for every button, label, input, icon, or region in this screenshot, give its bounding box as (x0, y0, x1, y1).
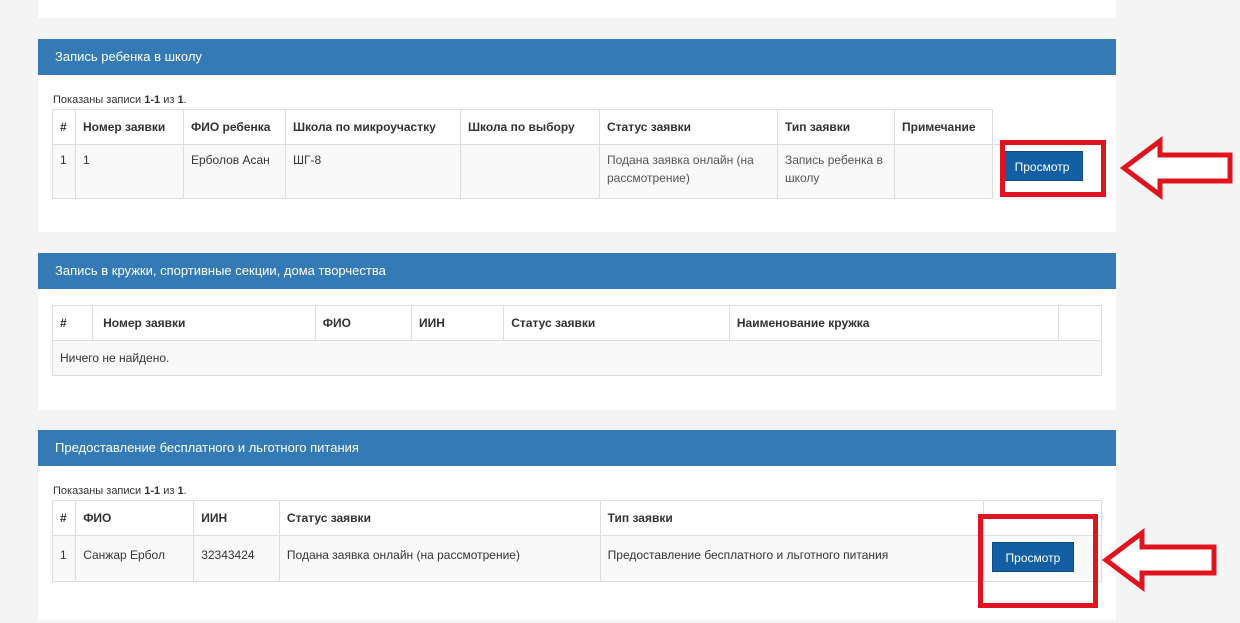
table-header-row: # ФИО ИИН Статус заявки Тип заявки (51, 500, 1103, 536)
column-header-index[interactable]: # (51, 305, 94, 341)
cell-type: Предоставление бесплатного и льготного п… (599, 535, 984, 582)
records-summary: Показаны записи 1-1 из 1. (53, 94, 187, 106)
cell-chosen-school (460, 144, 600, 199)
column-header-iin[interactable]: ИИН (410, 305, 505, 341)
cell-note (894, 144, 993, 199)
annotation-highlight-box (1000, 140, 1106, 197)
top-panel-remnant (38, 0, 1116, 18)
table-header-row: # Номер заявки ФИО ребенка Школа по микр… (52, 109, 1103, 145)
column-header-full-name[interactable]: ФИО (314, 305, 413, 341)
column-header-index[interactable]: # (51, 500, 77, 536)
cell-type: Запись ребенка в школу (777, 144, 895, 199)
clubs-panel: Запись в кружки, спортивные секции, дома… (38, 253, 1116, 410)
column-header-status[interactable]: Статус заявки (503, 305, 730, 341)
column-header-actions (1057, 305, 1103, 341)
column-header-note[interactable]: Примечание (894, 109, 993, 145)
panel-title: Запись в кружки, спортивные секции, дома… (38, 253, 1116, 289)
annotation-highlight-box (978, 514, 1098, 608)
column-header-type[interactable]: Тип заявки (777, 109, 895, 145)
cell-application-number: 1 (75, 144, 184, 199)
cell-child-name: Ерболов Асан (183, 144, 286, 199)
column-header-application-number[interactable]: Номер заявки (92, 305, 316, 341)
meals-panel: Предоставление бесплатного и льготного п… (38, 430, 1116, 620)
meals-table: # ФИО ИИН Статус заявки Тип заявки 1 Сан… (51, 500, 1103, 582)
cell-iin: 32343424 (193, 535, 280, 582)
column-header-index[interactable]: # (52, 109, 76, 145)
panel-title: Запись ребенка в школу (38, 39, 1116, 75)
column-header-district-school[interactable]: Школа по микроучастку (285, 109, 461, 145)
cell-status: Подана заявка онлайн (на рассмотрение) (278, 535, 601, 582)
column-header-club-name[interactable]: Наименование кружка (728, 305, 1059, 341)
annotation-arrow-icon (1101, 528, 1217, 592)
clubs-table: # Номер заявки ФИО ИИН Статус заявки Наи… (51, 305, 1103, 376)
table-row-empty: Ничего не найдено. (52, 340, 1102, 376)
panel-title: Предоставление бесплатного и льготного п… (38, 430, 1116, 466)
column-header-application-number[interactable]: Номер заявки (75, 109, 184, 145)
column-header-status[interactable]: Статус заявки (278, 500, 601, 536)
column-header-chosen-school[interactable]: Школа по выбору (460, 109, 600, 145)
table-header-row: # Номер заявки ФИО ИИН Статус заявки Наи… (51, 305, 1103, 341)
cell-index: 1 (51, 535, 77, 582)
column-header-iin[interactable]: ИИН (193, 500, 280, 536)
empty-message: Ничего не найдено. (52, 340, 1102, 376)
school-enrollment-panel: Запись ребенка в школу Показаны записи 1… (38, 39, 1116, 232)
column-header-child-name[interactable]: ФИО ребенка (183, 109, 286, 145)
column-header-type[interactable]: Тип заявки (599, 500, 984, 536)
cell-index: 1 (52, 144, 76, 199)
cell-district-school: ШГ-8 (285, 144, 461, 199)
school-enrollment-table: # Номер заявки ФИО ребенка Школа по микр… (52, 109, 1103, 199)
cell-full-name: Санжар Ербол (75, 535, 195, 582)
cell-status: Подана заявка онлайн (на рассмотрение) (599, 144, 778, 199)
table-row: 1 Санжар Ербол 32343424 Подана заявка он… (51, 535, 1103, 582)
records-summary: Показаны записи 1-1 из 1. (53, 485, 187, 497)
column-header-status[interactable]: Статус заявки (599, 109, 778, 145)
column-header-full-name[interactable]: ФИО (75, 500, 195, 536)
annotation-arrow-icon (1119, 136, 1233, 200)
table-row: 1 1 Ерболов Асан ШГ-8 Подана заявка онла… (52, 144, 1103, 199)
